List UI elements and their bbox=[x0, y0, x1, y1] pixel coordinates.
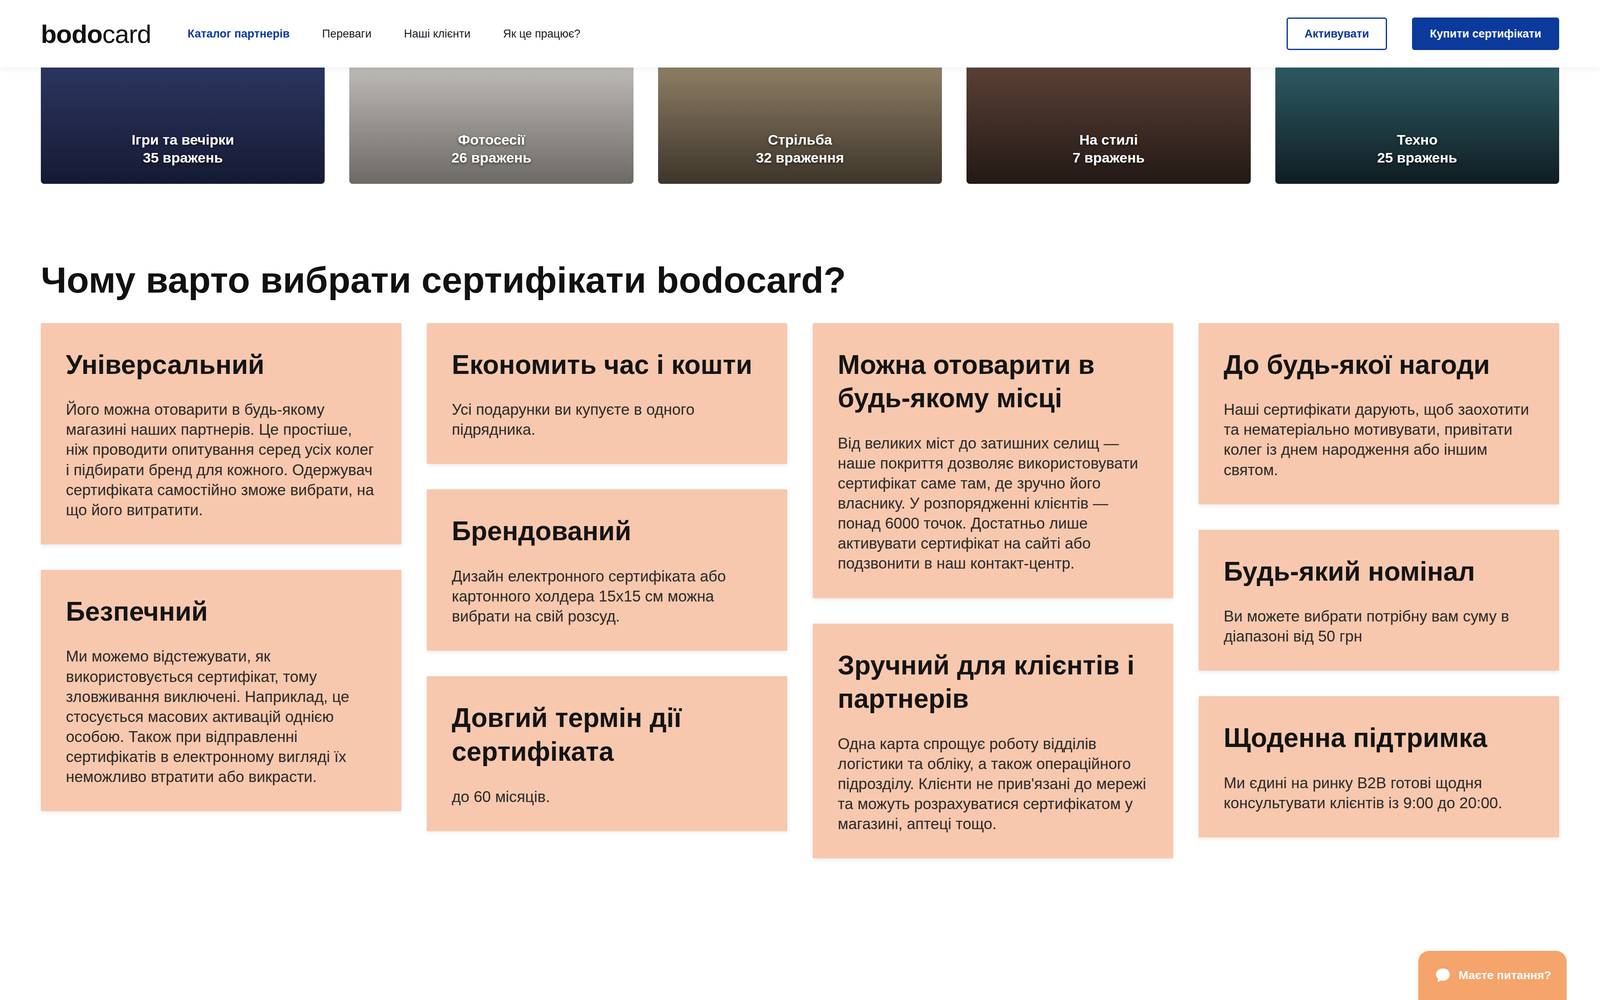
category-title: Фотосесії bbox=[451, 130, 532, 150]
benefit-text: до 60 місяців. bbox=[451, 786, 763, 807]
benefit-title: Можна отоварити в будь-якому місці bbox=[837, 348, 1149, 416]
category-count: 7 вражень bbox=[1072, 148, 1145, 168]
benefit-title: До будь-якої нагоди bbox=[1223, 348, 1535, 382]
benefit-card: Зручний для клієнтів і партнерів Одна кар… bbox=[812, 623, 1174, 859]
benefit-card: Економить час і кошти Усі подарунки ви ку… bbox=[426, 323, 788, 465]
benefit-title: Безпечний bbox=[65, 594, 377, 629]
category-count: 35 вражень bbox=[131, 148, 235, 168]
benefit-text: Ми єдині на ринку B2B готові щодня консу… bbox=[1223, 773, 1535, 814]
header: bodocard Каталог партнерів Переваги Наші кл… bbox=[0, 0, 1600, 68]
benefit-card: До будь-якої нагоди Наші сертифікати дару… bbox=[1198, 323, 1560, 505]
category-label: Техно25 вражень bbox=[1377, 130, 1458, 168]
benefit-column: Економить час і кошти Усі подарунки ви ку… bbox=[426, 323, 788, 832]
category-label: На стилі7 вражень bbox=[1072, 130, 1145, 168]
nav-item[interactable]: Наші клієнти bbox=[403, 27, 471, 41]
category-title: Ігри та вечірки bbox=[131, 130, 235, 150]
category-title: Техно bbox=[1377, 130, 1458, 150]
benefit-title: Зручний для клієнтів і партнерів bbox=[837, 648, 1149, 716]
benefit-text: Наші сертифікати дарують, щоб заохотити … bbox=[1223, 399, 1535, 480]
benefit-text: Ми можемо відстежувати, як використовуєт… bbox=[65, 646, 377, 787]
benefit-title: Будь-який номінал bbox=[1223, 554, 1535, 589]
chat-bubble-icon bbox=[1433, 966, 1453, 985]
benefit-text: Його можна отоварити в будь-якому магази… bbox=[65, 399, 377, 521]
benefit-column: До будь-якої нагоди Наші сертифікати дару… bbox=[1198, 323, 1560, 838]
benefits-title: Чому варто вибрати сертифікати bodocard? bbox=[40, 257, 1560, 303]
category-card[interactable]: Ігри та вечірки35 вражень bbox=[40, 67, 325, 184]
category-count: 26 вражень bbox=[451, 148, 532, 168]
benefit-card: Довгий термін дії сертифіката до 60 місяц… bbox=[426, 676, 788, 831]
header-buttons: Активувати Купити сертифікати bbox=[1286, 17, 1560, 51]
benefit-card: Брендований Дизайн електронного сертифіка… bbox=[426, 489, 788, 651]
category-card[interactable]: Фотосесії26 вражень bbox=[349, 67, 634, 184]
category-count: 25 вражень bbox=[1377, 148, 1458, 168]
category-card[interactable]: Техно25 вражень bbox=[1275, 67, 1560, 184]
category-title: Стрільба bbox=[756, 130, 844, 150]
category-card[interactable]: Стрільба32 враження bbox=[658, 67, 942, 184]
buy-button[interactable]: Купити сертифікати bbox=[1412, 17, 1560, 51]
benefit-card: Будь-який номінал Ви можете вибрати потрі… bbox=[1198, 529, 1560, 672]
chat-button[interactable]: Маєте питання? bbox=[1418, 950, 1567, 1000]
benefit-card: Можна отоварити в будь-якому місці Від ве… bbox=[812, 323, 1174, 599]
category-label: Стрільба32 враження bbox=[756, 130, 844, 168]
benefit-title: Універсальний bbox=[65, 348, 377, 382]
benefit-card: Безпечний Ми можемо відстежувати, як вико… bbox=[40, 569, 402, 812]
category-title: На стилі bbox=[1072, 130, 1145, 150]
categories: Ігри та вечірки35 вражень Фотосесії26 вра… bbox=[0, 67, 1600, 184]
benefit-column: Універсальний Його можна отоварити в будь… bbox=[40, 323, 402, 812]
logo[interactable]: bodocard bbox=[40, 19, 151, 49]
logo-light: card bbox=[102, 19, 152, 49]
category-label: Фотосесії26 вражень bbox=[451, 130, 532, 168]
page: bodocard Каталог партнерів Переваги Наші кл… bbox=[0, 0, 1600, 1000]
benefit-text: Ви можете вибрати потрібну вам суму в ді… bbox=[1223, 606, 1535, 647]
category-count: 32 враження bbox=[756, 148, 844, 168]
benefit-text: Дизайн електронного сертифіката або карт… bbox=[451, 566, 763, 627]
benefit-card: Щоденна підтримка Ми єдині на ринку B2B г… bbox=[1198, 696, 1560, 838]
nav-item[interactable]: Переваги bbox=[322, 27, 372, 41]
category-card[interactable]: На стилі7 вражень bbox=[966, 67, 1251, 184]
benefit-text: Від великих міст до затишних селищ — наш… bbox=[837, 433, 1149, 574]
nav-item[interactable]: Каталог партнерів bbox=[187, 27, 290, 41]
benefit-text: Усі подарунки ви купуєте в одного підряд… bbox=[451, 399, 763, 440]
benefit-card: Універсальний Його можна отоварити в будь… bbox=[40, 323, 402, 545]
logo-bold: bodo bbox=[40, 19, 103, 49]
activate-button[interactable]: Активувати bbox=[1286, 17, 1388, 51]
benefit-title: Довгий термін дії сертифіката bbox=[451, 701, 763, 769]
benefits-grid: Універсальний Його можна отоварити в будь… bbox=[0, 323, 1600, 859]
category-label: Ігри та вечірки35 вражень bbox=[131, 130, 235, 168]
benefit-column: Можна отоварити в будь-якому місці Від ве… bbox=[812, 323, 1174, 859]
benefit-title: Щоденна підтримка bbox=[1223, 721, 1535, 755]
benefit-title: Брендований bbox=[451, 514, 763, 549]
nav-item[interactable]: Як це працює? bbox=[503, 27, 581, 41]
nav: Каталог партнерів Переваги Наші клієнти Як … bbox=[187, 27, 581, 41]
chat-label: Маєте питання? bbox=[1458, 968, 1552, 982]
benefit-title: Економить час і кошти bbox=[451, 348, 763, 382]
benefit-text: Одна карта спрощує роботу відділів логіс… bbox=[837, 733, 1149, 834]
